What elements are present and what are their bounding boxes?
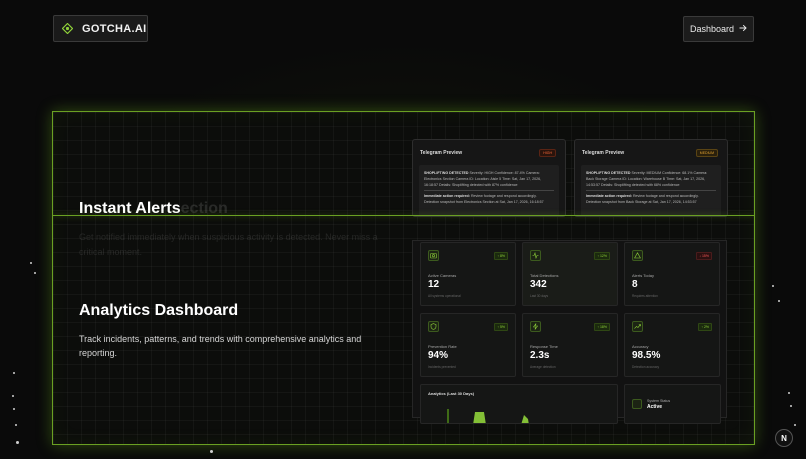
stat-value: 2.3s (530, 350, 550, 361)
message-camera-id: Camera ID: (608, 177, 627, 181)
change-badge: ↑ 5% (494, 323, 508, 331)
analytics-dashboard-preview: ↑ 8% Active Cameras 12 All systems opera… (412, 240, 727, 424)
message-details: Details: Shoplifting detected with 68% c… (601, 183, 680, 187)
message-action-text: Review footage and respond accordingly. (470, 194, 537, 198)
alert-triangle-icon (632, 250, 643, 261)
telegram-message: SHOPLIFTING DETECTED Severity: MEDIUM Co… (581, 165, 721, 216)
instant-alerts-description: Get notified immediately when suspicious… (79, 232, 378, 257)
feature-showcase: Telegram Preview HIGH SHOPLIFTING DETECT… (52, 111, 755, 445)
stat-label: Response Time (530, 344, 558, 349)
chart-bar (473, 412, 486, 423)
stat-sub: Incidents prevented (428, 365, 456, 369)
stat-card-alerts-today: ↓ 15% Alerts Today 8 Requires attention (624, 242, 720, 306)
stat-card-prevention-rate: ↑ 5% Prevention Rate 94% Incidents preve… (420, 313, 516, 377)
message-divider (586, 190, 716, 191)
trending-up-icon (632, 321, 643, 332)
chart-bar (521, 415, 529, 423)
particle-dot (13, 408, 15, 410)
message-location: Location: Aisle 5 (474, 177, 502, 181)
stat-sub: Last 30 days (530, 294, 549, 298)
status-shield-icon (632, 399, 642, 409)
particle-dot (34, 272, 36, 274)
particle-dot (30, 262, 32, 264)
message-confidence: Confidence: 87.4% (494, 171, 525, 175)
stat-label: Accuracy (632, 344, 649, 349)
system-status-label: System Status (647, 399, 671, 403)
particle-dot (15, 424, 17, 426)
stat-sub: All systems operational (428, 294, 461, 298)
message-camera-id: Camera ID: (455, 177, 474, 181)
message-headline: SHOPLIFTING DETECTED (424, 171, 469, 175)
message-action: Immediate action required: (424, 194, 470, 198)
particle-dot (210, 450, 213, 453)
analytics-description: Track incidents, patterns, and trends wi… (79, 334, 362, 358)
activity-icon (530, 250, 541, 261)
telegram-preview-card: Telegram Preview HIGH SHOPLIFTING DETECT… (412, 139, 566, 217)
message-headline: SHOPLIFTING DETECTED (586, 171, 631, 175)
chart-canvas (447, 409, 529, 423)
change-badge: ↑ 12% (594, 252, 610, 260)
analytics-title: Analytics Dashboard (79, 302, 239, 319)
stat-label: Active Cameras (428, 273, 457, 278)
particle-dot (772, 285, 774, 287)
message-footer: Detection snapshot from Back Storage at … (586, 200, 697, 204)
particle-dot (794, 424, 796, 426)
system-status-card: System Status Active (624, 384, 721, 424)
stat-card-total-detections: ↑ 12% Total Detections 342 Last 30 days (522, 242, 618, 306)
camera-icon (428, 250, 439, 261)
particle-dot (788, 392, 790, 394)
change-badge: ↑ 18% (594, 323, 610, 331)
message-severity: Severity: MEDIUM (631, 171, 662, 175)
dashboard-button[interactable]: Dashboard (683, 16, 754, 42)
stat-card-response-time: ↑ 18% Response Time 2.3s Average detecti… (522, 313, 618, 377)
stat-value: 94% (428, 350, 449, 361)
brand-logo-button[interactable]: GOTCHA.AI (53, 15, 148, 42)
slide-divider (53, 215, 754, 216)
message-confidence: Confidence: 68.1% (662, 171, 693, 175)
change-badge: ↑ 2% (698, 323, 712, 331)
stat-card-accuracy: ↑ 2% Accuracy 98.5% Detection accuracy (624, 313, 720, 377)
stat-sub: Detection accuracy (632, 365, 660, 369)
stat-sub: Requires attention (632, 294, 658, 298)
telegram-preview-title: Telegram Preview (582, 150, 625, 156)
stat-value: 98.5% (632, 350, 661, 361)
change-badge: ↓ 15% (696, 252, 712, 260)
analytics-chart: Analytics (Last 30 Days) (420, 384, 618, 424)
telegram-preview-card: Telegram Preview MEDIUM SHOPLIFTING DETE… (574, 139, 728, 217)
telegram-message: SHOPLIFTING DETECTED Severity: HIGH Conf… (419, 165, 559, 216)
system-status-value: Active (647, 404, 663, 410)
stat-label: Alerts Today (632, 273, 654, 278)
corner-badge-button[interactable]: N (775, 429, 793, 447)
zap-icon (530, 321, 541, 332)
particle-dot (13, 372, 15, 374)
message-footer: Detection snapshot from Electronics Sect… (424, 200, 544, 204)
particle-dot (790, 405, 792, 407)
message-location: Location: Warehouse B (627, 177, 666, 181)
telegram-preview-title: Telegram Preview (420, 150, 463, 156)
dashboard-button-label: Dashboard (689, 24, 735, 34)
stat-value: 8 (632, 279, 638, 290)
arrow-right-icon (739, 24, 747, 34)
stat-label: Total Detections (530, 273, 559, 278)
message-divider (424, 190, 554, 191)
stat-value: 342 (530, 279, 547, 290)
eye-diamond-icon (62, 23, 73, 34)
message-action-text: Review footage and respond accordingly. (632, 194, 699, 198)
severity-badge: HIGH (539, 149, 556, 157)
brand-name: GOTCHA.AI (82, 22, 147, 35)
severity-badge: MEDIUM (695, 149, 718, 157)
particle-dot (16, 441, 19, 444)
particle-dot (778, 300, 780, 302)
message-severity: Severity: HIGH (469, 171, 494, 175)
message-details: Details: Shoplifting detected with 87% c… (439, 183, 518, 187)
message-action: Immediate action required: (586, 194, 632, 198)
particle-dot (12, 395, 14, 397)
stat-card-active-cameras: ↑ 8% Active Cameras 12 All systems opera… (420, 242, 516, 306)
change-badge: ↑ 8% (494, 252, 508, 260)
chart-bar (447, 409, 449, 423)
stat-sub: Average detection (530, 365, 556, 369)
stat-value: 12 (428, 279, 440, 290)
shield-icon (428, 321, 439, 332)
stat-label: Prevention Rate (428, 344, 457, 349)
